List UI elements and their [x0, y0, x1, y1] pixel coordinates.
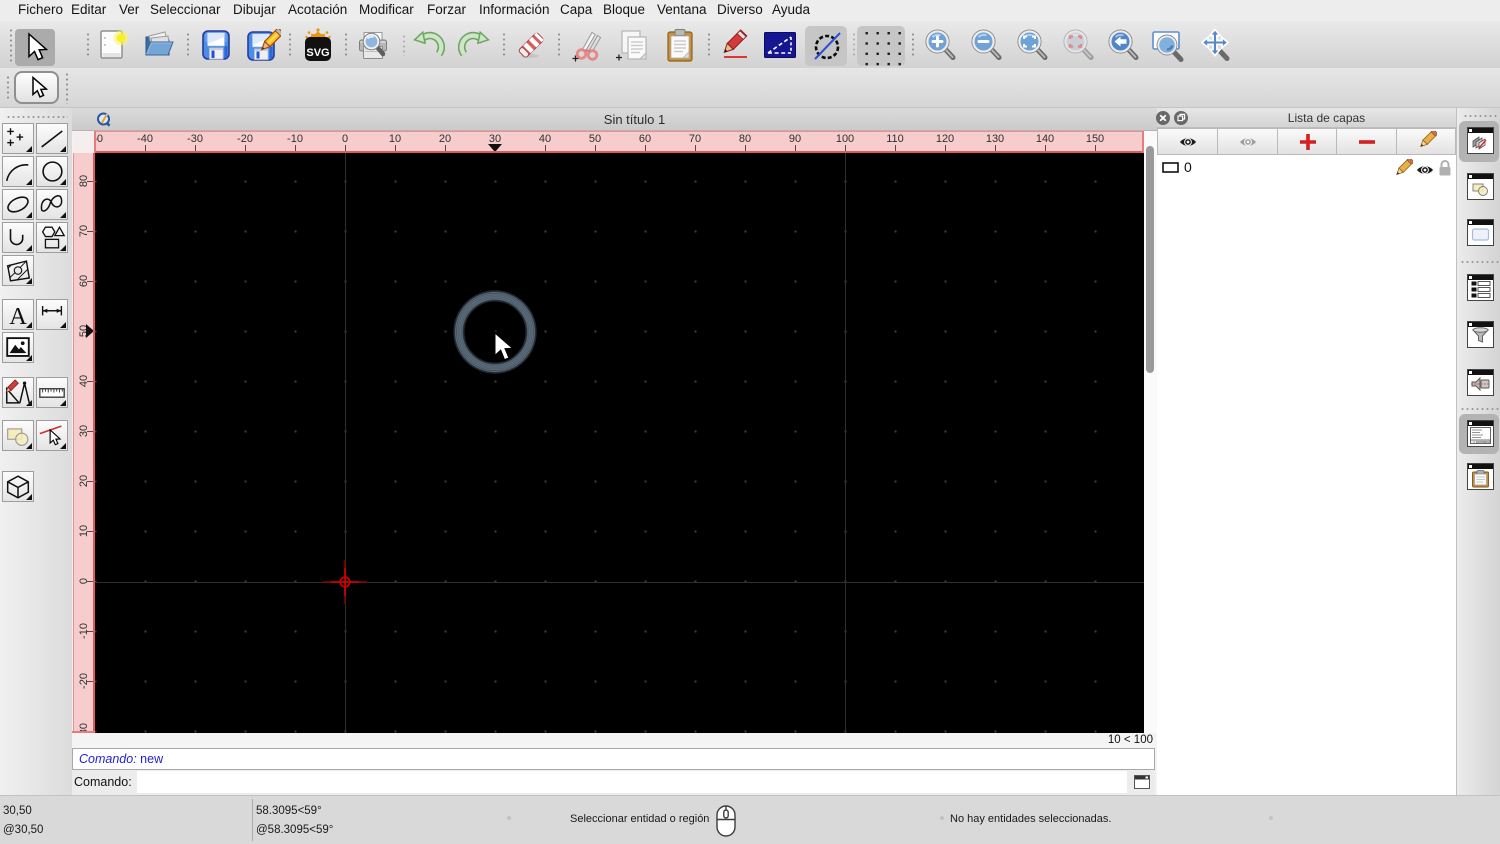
- svg-text:A: A: [9, 303, 27, 329]
- svg-text:SVG: SVG: [306, 47, 329, 59]
- svg-text:> command: > command: [1473, 440, 1490, 444]
